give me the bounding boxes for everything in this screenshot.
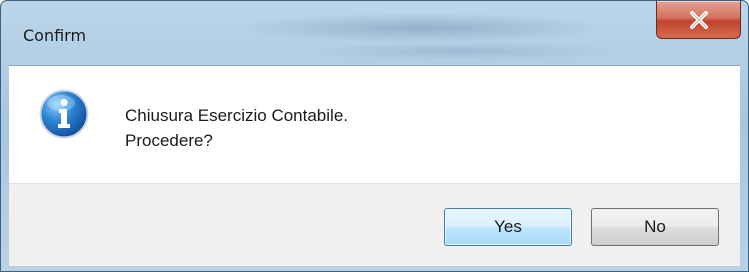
message-line-2: Procedere? [125, 131, 213, 150]
info-icon [39, 89, 89, 139]
close-button[interactable] [656, 1, 741, 39]
message-area [9, 65, 740, 184]
yes-button[interactable]: Yes [444, 208, 572, 246]
message-line-1: Chiusura Esercizio Contabile. [125, 106, 348, 125]
window-title: Confirm [23, 26, 87, 45]
titlebar-background-blur-secondary [301, 41, 621, 61]
close-icon [688, 10, 710, 29]
message-text: Chiusura Esercizio Contabile. Procedere? [125, 103, 348, 153]
confirm-dialog: Confirm Chiusura Esercizio Contabile. Pr… [0, 0, 749, 272]
no-button[interactable]: No [591, 208, 719, 246]
titlebar-background-blur [231, 13, 611, 43]
